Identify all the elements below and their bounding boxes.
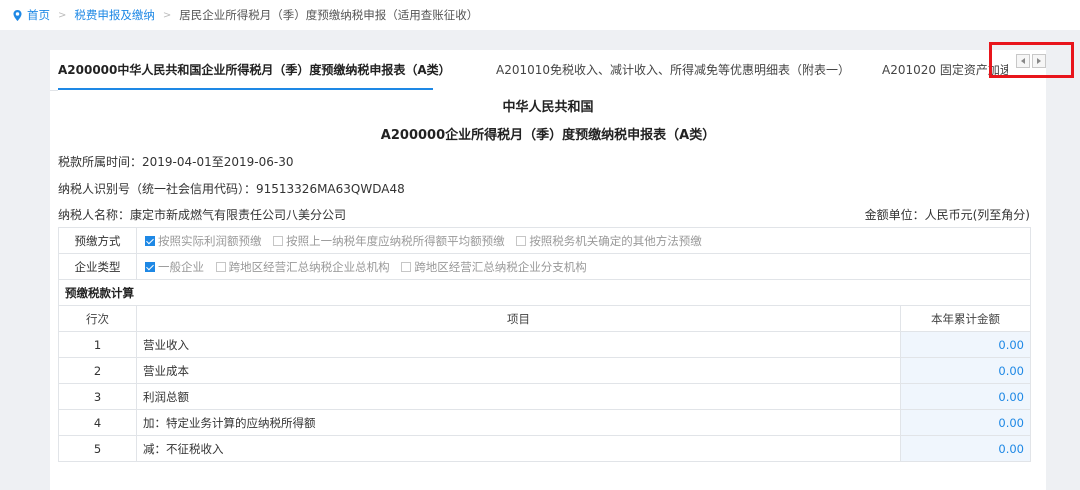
table-row: 5 减：不征税收入 0.00 <box>58 435 1031 462</box>
prepay-method-options: 按照实际利润额预缴 按照上一纳税年度应纳税所得额平均额预缴 按照税务机关确定的其… <box>136 227 1031 254</box>
enterprise-type-label: 企业类型 <box>58 253 137 280</box>
tab-bar: A200000中华人民共和国企业所得税月（季）度预缴纳税申报表（A类） A201… <box>50 50 1046 91</box>
form-title: A200000企业所得税月（季）度预缴纳税申报表（A类） <box>380 128 716 143</box>
table-row: 2 营业成本 0.00 <box>58 357 1031 384</box>
row-item: 营业成本 <box>136 357 901 384</box>
prepay-option-actual-profit[interactable]: 按照实际利润额预缴 <box>143 234 262 248</box>
row-number: 2 <box>58 357 137 384</box>
row-amount-input[interactable]: 0.00 <box>900 409 1031 436</box>
row-item: 加：特定业务计算的应纳税所得额 <box>136 409 901 436</box>
tab-a200000[interactable]: A200000中华人民共和国企业所得税月（季）度预缴纳税申报表（A类） <box>58 50 451 90</box>
enterprise-type-options: 一般企业 跨地区经营汇总纳税企业总机构 跨地区经营汇总纳税企业分支机构 <box>136 253 1031 280</box>
section-title: 预缴税款计算 <box>58 279 1031 306</box>
checkbox-icon <box>516 235 527 246</box>
highlight-box <box>989 42 1074 78</box>
row-number: 3 <box>58 383 137 410</box>
checkbox-checked-icon <box>145 235 155 246</box>
prepay-option-other-method[interactable]: 按照税务机关确定的其他方法预缴 <box>514 234 702 248</box>
amount-unit: 金额单位：人民币元(列至角分) <box>864 208 1030 222</box>
enterprise-type-row: 企业类型 一般企业 跨地区经营汇总纳税企业总机构 跨地区经营汇总纳税企业分支机构 <box>58 253 1031 280</box>
checkbox-icon <box>401 261 412 272</box>
row-number: 5 <box>58 435 137 462</box>
row-item: 营业收入 <box>136 331 901 358</box>
prepay-table: 预缴方式 按照实际利润额预缴 按照上一纳税年度应纳税所得额平均额预缴 按照税务机… <box>58 227 1031 462</box>
breadcrumb-separator: > <box>162 9 172 21</box>
row-number: 4 <box>58 409 137 436</box>
breadcrumb-current: 居民企业所得税月（季）度预缴纳税申报（适用查账征收） <box>179 8 479 22</box>
taxpayer-name: 纳税人名称：康定市新成燃气有限责任公司八美分公司 <box>58 208 347 222</box>
enterprise-option-head-office[interactable]: 跨地区经营汇总纳税企业总机构 <box>214 260 390 274</box>
row-amount-input[interactable]: 0.00 <box>900 383 1031 410</box>
table-row: 4 加：特定业务计算的应纳税所得额 0.00 <box>58 409 1031 436</box>
column-header-item: 项目 <box>136 305 901 332</box>
declaration-form: 中华人民共和国 A200000企业所得税月（季）度预缴纳税申报表（A类） 税款所… <box>58 90 1046 479</box>
breadcrumb: 首页 > 税费申报及缴纳 > 居民企业所得税月（季）度预缴纳税申报（适用查账征收… <box>0 0 1080 30</box>
tax-period: 税款所属时间：2019-04-01至2019-06-30 <box>58 155 294 169</box>
checkbox-icon <box>273 235 284 246</box>
form-title-country: 中华人民共和国 <box>502 100 594 115</box>
taxpayer-id: 纳税人识别号（统一社会信用代码）：91513326MA63QWDA48 <box>58 182 405 196</box>
enterprise-option-general[interactable]: 一般企业 <box>143 260 204 274</box>
breadcrumb-separator: > <box>58 9 67 21</box>
section-row: 预缴税款计算 <box>58 279 1031 306</box>
tab-a201010[interactable]: A201010免税收入、减计收入、所得减免等优惠明细表（附表一） <box>496 50 850 90</box>
row-number: 1 <box>58 331 137 358</box>
checkbox-checked-icon <box>145 261 155 272</box>
row-item: 减：不征税收入 <box>136 435 901 462</box>
checkbox-icon <box>215 261 226 272</box>
breadcrumb-tax-filing-link[interactable]: 税费申报及缴纳 <box>74 7 155 23</box>
location-pin-icon <box>13 9 22 21</box>
prepay-method-row: 预缴方式 按照实际利润额预缴 按照上一纳税年度应纳税所得额平均额预缴 按照税务机… <box>58 227 1031 254</box>
column-header-ytd-amount: 本年累计金额 <box>900 305 1031 332</box>
table-header-row: 行次 项目 本年累计金额 <box>58 305 1031 332</box>
table-row: 1 营业收入 0.00 <box>58 331 1031 358</box>
breadcrumb-home-link[interactable]: 首页 <box>27 7 50 23</box>
row-item: 利润总额 <box>136 383 901 410</box>
prepay-option-last-year-average[interactable]: 按照上一纳税年度应纳税所得额平均额预缴 <box>271 234 505 248</box>
table-row: 3 利润总额 0.00 <box>58 383 1031 410</box>
enterprise-option-branch[interactable]: 跨地区经营汇总纳税企业分支机构 <box>399 260 587 274</box>
row-amount-input[interactable]: 0.00 <box>900 331 1031 358</box>
row-amount-input[interactable]: 0.00 <box>900 357 1031 384</box>
prepay-method-label: 预缴方式 <box>58 227 137 254</box>
row-amount-input[interactable]: 0.00 <box>900 435 1031 462</box>
column-header-line-no: 行次 <box>58 305 137 332</box>
